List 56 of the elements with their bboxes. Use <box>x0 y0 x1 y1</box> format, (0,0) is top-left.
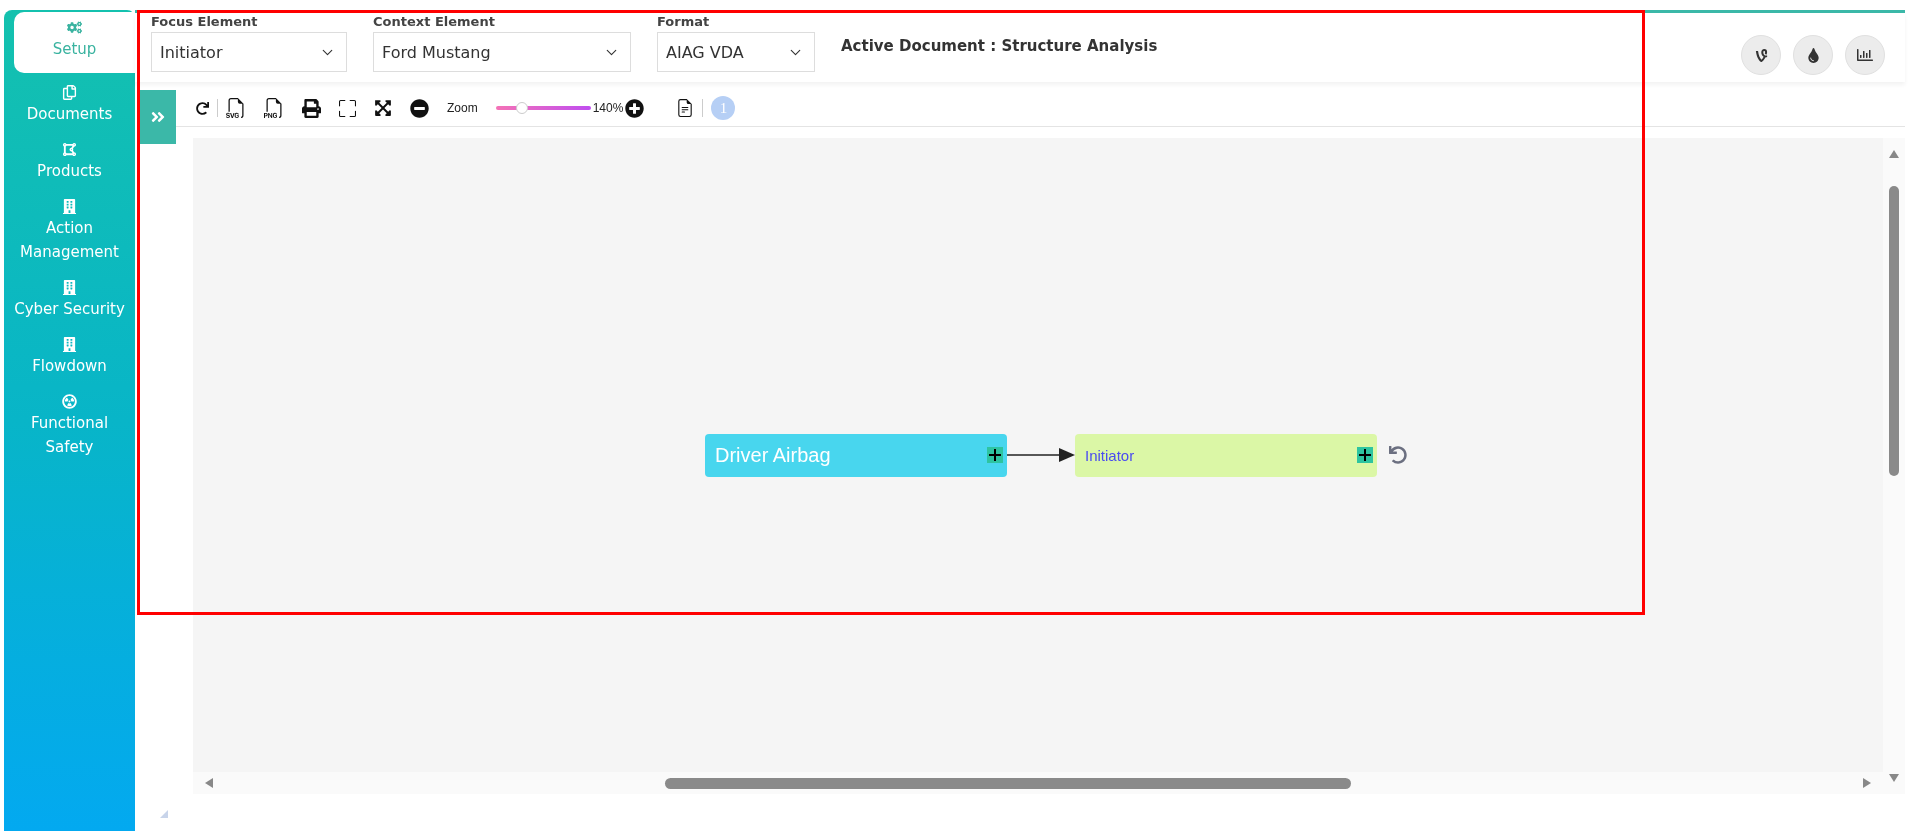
png-export-button[interactable] <box>264 98 284 118</box>
zoom-reading: 140% <box>592 101 624 115</box>
sidebar-item[interactable]: Setup <box>14 12 135 73</box>
plus-icon[interactable] <box>987 447 1003 463</box>
node-label: Initiator <box>1085 446 1135 464</box>
sidebar-item[interactable]: Documents <box>4 73 135 130</box>
field-label: Focus Element <box>151 14 259 29</box>
scroll-down-icon[interactable] <box>1889 774 1899 782</box>
dropdown[interactable]: AIAG VDA <box>657 32 815 72</box>
drop-button[interactable] <box>1793 35 1833 75</box>
building-icon <box>62 280 77 295</box>
gears-icon <box>67 20 82 35</box>
horizontal-scrollbar[interactable] <box>193 772 1883 794</box>
connector-arrow <box>1007 448 1075 462</box>
field-label: Format <box>657 14 711 29</box>
scroll-right-icon[interactable] <box>1863 778 1871 788</box>
page-badge: 1 <box>711 96 736 120</box>
reload-icon[interactable] <box>1389 446 1407 464</box>
fit-button[interactable] <box>374 99 392 117</box>
sidebar-item[interactable]: Action Management <box>4 187 135 268</box>
zoom-label: Zoom <box>447 101 478 115</box>
active-document-title: Active Document : Structure Analysis <box>841 37 1158 55</box>
print-button[interactable] <box>302 98 321 118</box>
v-logo-icon <box>1753 47 1769 63</box>
drop-icon <box>1805 47 1821 63</box>
dropdown[interactable]: Ford Mustang <box>373 32 631 72</box>
double-chevron-right-icon <box>150 109 166 125</box>
sidebar-item[interactable]: Functional Safety <box>4 382 135 463</box>
copy-icon <box>62 85 77 100</box>
vertical-scrollbar[interactable] <box>1883 138 1905 794</box>
radiation-icon <box>62 394 77 409</box>
node-label: Driver Airbag <box>715 443 831 467</box>
chart-button[interactable] <box>1845 35 1885 75</box>
scrollbar-thumb[interactable] <box>665 777 1351 789</box>
zoom-in-button[interactable] <box>625 98 645 118</box>
building-icon <box>62 337 77 352</box>
scroll-left-icon[interactable] <box>205 778 213 788</box>
zoom-out-button[interactable] <box>410 98 429 118</box>
scroll-up-icon[interactable] <box>1889 150 1899 158</box>
dropdown[interactable]: Initiator <box>151 32 347 72</box>
bar-chart-icon <box>1857 47 1873 63</box>
document-button[interactable] <box>676 99 695 117</box>
resize-grip-icon[interactable] <box>160 810 168 818</box>
polygon-icon <box>62 142 77 157</box>
field-label: Context Element <box>373 14 496 29</box>
plus-icon[interactable] <box>1357 447 1373 463</box>
building-icon <box>62 199 77 214</box>
fullscreen-button[interactable] <box>339 99 356 117</box>
sidebar-item[interactable]: Cyber Security <box>4 268 135 325</box>
slider-thumb[interactable] <box>516 102 529 114</box>
refresh-button[interactable] <box>196 101 209 115</box>
sidebar-item[interactable]: Flowdown <box>4 325 135 382</box>
sidebar-item[interactable]: Products <box>4 130 135 187</box>
svg-export-button[interactable] <box>226 98 246 118</box>
vine-button[interactable] <box>1741 35 1781 75</box>
scrollbar-thumb[interactable] <box>1889 186 1899 476</box>
